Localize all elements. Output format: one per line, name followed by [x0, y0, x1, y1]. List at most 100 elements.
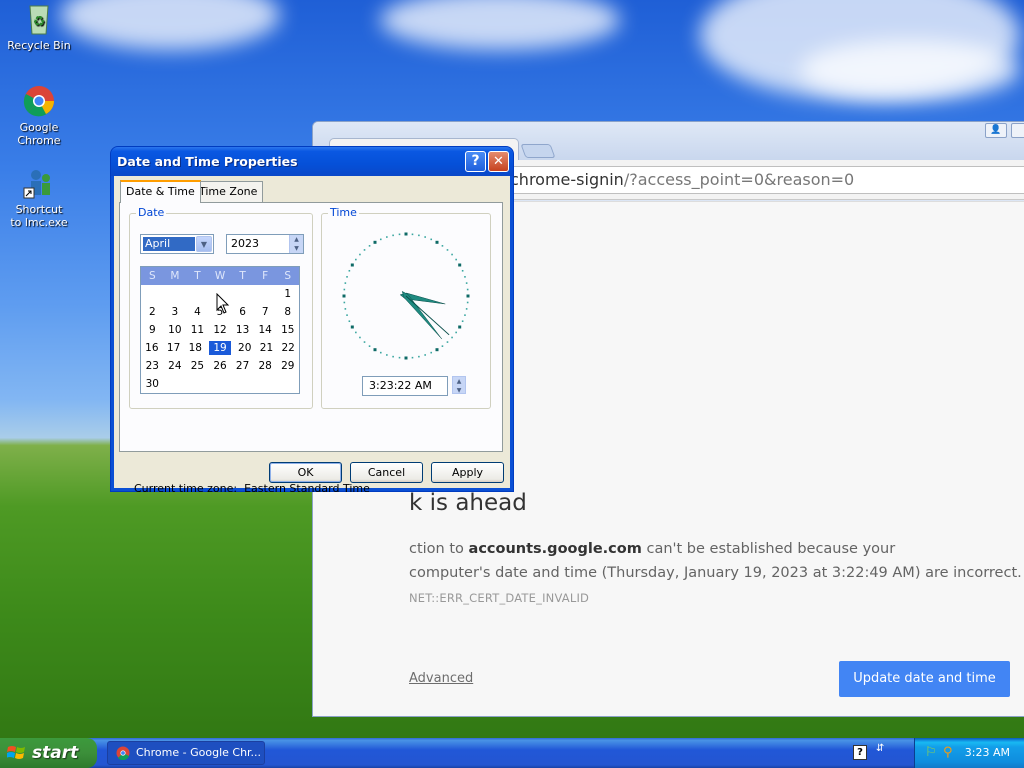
- ok-button[interactable]: OK: [269, 462, 342, 483]
- clock-minute-mark: [466, 288, 469, 291]
- clock-minute-mark: [441, 245, 444, 247]
- close-button[interactable]: ✕: [488, 151, 509, 172]
- calendar-day[interactable]: 14: [254, 321, 277, 339]
- chrome-icon: [116, 746, 130, 760]
- clock-hour-mark: [458, 325, 462, 329]
- profile-icon[interactable]: 👤: [985, 123, 1007, 138]
- help-tray-icon[interactable]: ?: [853, 745, 867, 760]
- taskbar-clock[interactable]: 3:23 AM: [965, 738, 1010, 768]
- address-bar[interactable]: chrome-signin/?access_point=0&reason=0: [463, 166, 1024, 194]
- desktop-icon-label: Google Chrome: [17, 121, 61, 147]
- calendar-day[interactable]: 4: [186, 303, 209, 321]
- calendar-day[interactable]: 1: [276, 285, 299, 303]
- clock-hour-mark: [350, 263, 354, 267]
- weekday-label: S: [284, 270, 292, 282]
- calendar-day[interactable]: 20: [234, 339, 256, 357]
- tab-time-zone[interactable]: Time Zone: [193, 181, 264, 202]
- clock-minute-mark: [355, 331, 357, 334]
- calendar-day[interactable]: 30: [141, 375, 164, 393]
- time-field[interactable]: 3:23:22 AM: [362, 376, 448, 396]
- calendar-day[interactable]: 6: [231, 303, 254, 321]
- calendar-day[interactable]: 23: [141, 357, 164, 375]
- calendar-day[interactable]: 26: [209, 357, 232, 375]
- calendar-day[interactable]: 17: [163, 339, 185, 357]
- advanced-link[interactable]: Advanced: [409, 671, 473, 686]
- spin-down-icon[interactable]: ▼: [453, 386, 465, 395]
- clock-minute-mark: [455, 331, 457, 334]
- clock-minute-mark: [430, 238, 433, 241]
- calendar-day[interactable]: 3: [164, 303, 187, 321]
- start-button[interactable]: start: [0, 738, 97, 768]
- clock-minute-mark: [343, 301, 346, 304]
- calendar-day[interactable]: 22: [277, 339, 299, 357]
- new-tab-button[interactable]: [520, 144, 556, 158]
- calendar-day[interactable]: 15: [276, 321, 299, 339]
- calendar-day[interactable]: 12: [209, 321, 232, 339]
- desktop-icon-recycle-bin[interactable]: ♻ Recycle Bin: [0, 2, 78, 52]
- calendar-empty-cell: [186, 285, 209, 303]
- dialog-title: Date and Time Properties: [117, 154, 298, 169]
- calendar-day[interactable]: 2: [141, 303, 164, 321]
- cancel-button[interactable]: Cancel: [350, 462, 423, 483]
- taskbar-item-label: Chrome - Google Chr...: [136, 746, 262, 759]
- clock-minute-mark: [446, 249, 449, 251]
- year-spin-buttons[interactable]: ▲ ▼: [289, 235, 303, 253]
- analog-clock: [342, 232, 470, 360]
- clock-hour-mark: [435, 240, 439, 244]
- spin-down-icon[interactable]: ▼: [290, 244, 303, 253]
- timezone-value: Eastern Standard Time: [244, 482, 370, 495]
- chevron-down-icon[interactable]: ▼: [196, 236, 212, 252]
- apply-button[interactable]: Apply: [431, 462, 504, 483]
- windows-logo-icon: [7, 746, 25, 759]
- calendar-day[interactable]: 27: [231, 357, 254, 375]
- calendar-day[interactable]: 24: [164, 357, 187, 375]
- calendar-day[interactable]: 10: [164, 321, 187, 339]
- tray-chevron-icon[interactable]: ⇵: [876, 744, 890, 760]
- clock-minute-mark: [348, 269, 351, 272]
- desktop-icon-google-chrome[interactable]: Google Chrome: [0, 84, 78, 147]
- date-time-dialog[interactable]: Date and Time Properties ? ✕ Date & Time…: [110, 146, 514, 495]
- calendar-day[interactable]: 28: [254, 357, 277, 375]
- clock-minute-mark: [451, 336, 453, 339]
- calendar-day[interactable]: 7: [254, 303, 277, 321]
- clock-minute-mark: [441, 345, 444, 347]
- clock-hour-mark: [466, 294, 470, 298]
- minimize-button[interactable]: [1011, 123, 1024, 138]
- help-button[interactable]: ?: [465, 151, 486, 172]
- month-dropdown[interactable]: April ▼: [140, 234, 214, 254]
- taskbar: start Chrome - Google Chr... ? ⇵ ⚐ ⚲ 3:2…: [0, 738, 1024, 768]
- calendar-day[interactable]: 13: [231, 321, 254, 339]
- network-tray-icon[interactable]: ⚐: [925, 745, 939, 760]
- start-label: start: [32, 743, 79, 763]
- time-spin-buttons[interactable]: ▲ ▼: [452, 376, 466, 394]
- calendar-day[interactable]: 8: [276, 303, 299, 321]
- calendar-day[interactable]: 9: [141, 321, 164, 339]
- search-tray-icon[interactable]: ⚲: [943, 745, 957, 760]
- recycle-bin-icon: ♻: [22, 2, 56, 36]
- spin-up-icon[interactable]: ▲: [453, 377, 465, 386]
- desktop-icon-lmc-shortcut[interactable]: Shortcut to lmc.exe: [0, 166, 78, 229]
- year-spinner[interactable]: 2023 ▲ ▼: [226, 234, 304, 254]
- update-date-time-button[interactable]: Update date and time: [839, 661, 1010, 697]
- calendar-day[interactable]: 19: [209, 341, 231, 355]
- calendar-day[interactable]: 29: [276, 357, 299, 375]
- tab-date-time[interactable]: Date & Time: [120, 180, 201, 203]
- clock-minute-mark: [461, 320, 464, 323]
- taskbar-item-chrome[interactable]: Chrome - Google Chr...: [107, 741, 265, 765]
- lmc-shortcut-icon: [22, 166, 56, 200]
- error-domain: accounts.google.com: [468, 541, 642, 557]
- clock-hour-mark: [435, 348, 439, 352]
- calendar-day[interactable]: 25: [186, 357, 209, 375]
- error-description: ction to accounts.google.com can't be es…: [409, 537, 1024, 585]
- dialog-titlebar[interactable]: Date and Time Properties: [111, 147, 513, 176]
- time-spinner[interactable]: ▲ ▼: [452, 376, 466, 396]
- calendar-day[interactable]: 16: [141, 339, 163, 357]
- calendar-week: 16 17 18 19 20 21 22: [141, 339, 299, 357]
- calendar-day[interactable]: 11: [186, 321, 209, 339]
- spin-up-icon[interactable]: ▲: [290, 235, 303, 244]
- calendar[interactable]: SMTWTFS 1 2 3 4 5 6 7 8 9 10 11 12 13 14 15 16 17 18 19 20 2…: [140, 266, 300, 394]
- calendar-day[interactable]: 21: [256, 339, 278, 357]
- clock-minute-mark: [430, 351, 433, 354]
- calendar-day[interactable]: 18: [184, 339, 206, 357]
- clock-hour-mark: [404, 232, 408, 236]
